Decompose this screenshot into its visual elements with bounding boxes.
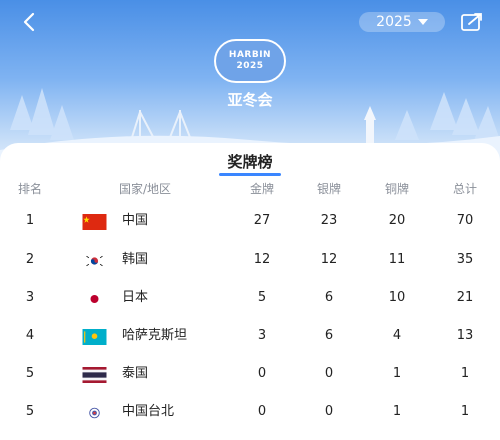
kazakhstan-flag-icon (82, 329, 107, 345)
bronze-count: 1 (392, 404, 402, 419)
table-row[interactable]: 2 韩国 12 12 11 35 (0, 241, 500, 279)
total-count: 1 (460, 366, 470, 381)
total-count: 13 (456, 328, 474, 343)
silver-count: 0 (324, 366, 334, 381)
event-name: 亚冬会 (227, 91, 273, 109)
column-header-silver: 银牌 (316, 182, 341, 196)
total-count: 35 (456, 252, 474, 267)
country-name: 韩国 (122, 252, 149, 267)
bronze-count: 4 (392, 328, 402, 343)
column-header-bronze: 铜牌 (384, 182, 409, 196)
gold-count: 12 (253, 252, 271, 267)
total-count: 21 (456, 290, 474, 305)
medal-table-card: 奖牌榜 排名 国家/地区 金牌 银牌 铜牌 总计 1 中国 27 23 20 7… (0, 143, 500, 440)
country-name: 泰国 (122, 366, 149, 381)
harbin-2025-logo: HARBIN 2025 (214, 39, 286, 83)
bronze-count: 20 (388, 213, 406, 228)
rank-cell: 2 (25, 252, 35, 267)
card-title: 奖牌榜 (227, 153, 273, 171)
korea-flag-icon (82, 253, 107, 269)
silver-count: 6 (324, 290, 334, 305)
year-selector[interactable]: 2025 (359, 12, 445, 32)
chinese-taipei-flag-icon (82, 405, 107, 421)
caret-down-icon (417, 19, 428, 25)
back-arrow-icon[interactable] (16, 8, 44, 36)
silver-count: 23 (320, 213, 338, 228)
silver-count: 6 (324, 328, 334, 343)
rank-cell: 5 (25, 404, 35, 419)
table-row[interactable]: 5 中国台北 0 0 1 1 (0, 393, 500, 431)
share-icon[interactable] (460, 11, 484, 33)
country-name: 中国台北 (122, 404, 175, 419)
gold-count: 3 (257, 328, 267, 343)
logo-line-2: 2025 (236, 61, 264, 71)
bronze-count: 1 (392, 366, 402, 381)
bronze-count: 11 (388, 252, 406, 267)
column-header-rank: 排名 (17, 182, 42, 196)
japan-flag-icon (82, 291, 107, 307)
table-row[interactable]: 4 哈萨克斯坦 3 6 4 13 (0, 317, 500, 355)
gold-count: 5 (257, 290, 267, 305)
title-underline (219, 173, 281, 176)
table-row[interactable]: 1 中国 27 23 20 70 (0, 202, 500, 240)
gold-count: 0 (257, 366, 267, 381)
thailand-flag-icon (82, 367, 107, 383)
gold-count: 0 (257, 404, 267, 419)
silver-count: 0 (324, 404, 334, 419)
rank-cell: 1 (25, 213, 35, 228)
rank-cell: 3 (25, 290, 35, 305)
silver-count: 12 (320, 252, 338, 267)
china-flag-icon (82, 214, 107, 230)
country-name: 哈萨克斯坦 (122, 328, 188, 343)
column-header-gold: 金牌 (249, 182, 274, 196)
rank-cell: 4 (25, 328, 35, 343)
rank-cell: 5 (25, 366, 35, 381)
country-name: 中国 (122, 213, 149, 228)
total-count: 70 (456, 213, 474, 228)
bronze-count: 10 (388, 290, 406, 305)
year-selector-label: 2025 (376, 14, 412, 30)
column-header-country: 国家/地区 (118, 182, 172, 196)
country-name: 日本 (122, 290, 149, 305)
total-count: 1 (460, 404, 470, 419)
gold-count: 27 (253, 213, 271, 228)
table-row[interactable]: 3 日本 5 6 10 21 (0, 279, 500, 317)
column-header-total: 总计 (452, 182, 477, 196)
logo-line-1: HARBIN (228, 50, 272, 60)
table-row[interactable]: 5 泰国 0 0 1 1 (0, 355, 500, 393)
